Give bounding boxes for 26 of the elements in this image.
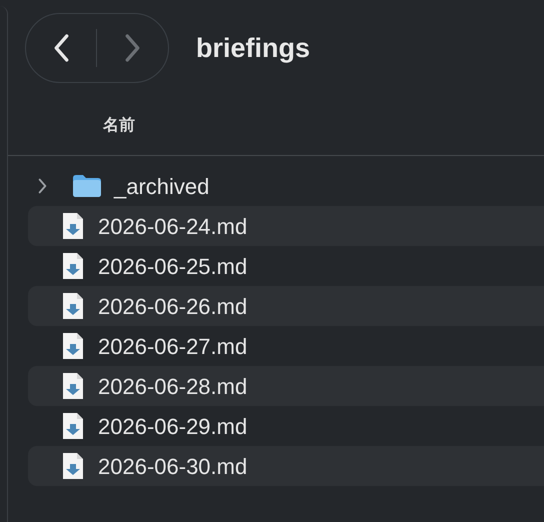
- window-title: briefings: [196, 32, 310, 65]
- document-icon: [62, 212, 84, 240]
- file-row[interactable]: 2026-06-26.md: [28, 286, 544, 326]
- file-row[interactable]: _archived: [28, 166, 544, 206]
- file-name: 2026-06-26.md: [98, 292, 248, 320]
- document-icon: [62, 452, 84, 480]
- file-row[interactable]: 2026-06-28.md: [28, 366, 544, 406]
- file-name: 2026-06-27.md: [98, 332, 248, 360]
- file-name: 2026-06-24.md: [98, 212, 248, 240]
- file-name: 2026-06-25.md: [98, 252, 248, 280]
- document-icon: [62, 252, 84, 280]
- document-icon: [62, 332, 84, 360]
- file-row[interactable]: 2026-06-25.md: [28, 246, 544, 286]
- document-icon: [62, 292, 84, 320]
- file-name: _archived: [114, 172, 210, 200]
- file-name: 2026-06-30.md: [98, 452, 248, 480]
- file-row[interactable]: 2026-06-29.md: [28, 406, 544, 446]
- file-name: 2026-06-29.md: [98, 412, 248, 440]
- column-header[interactable]: 名前: [103, 114, 135, 138]
- file-name: 2026-06-28.md: [98, 372, 248, 400]
- document-icon: [62, 412, 84, 440]
- file-row[interactable]: 2026-06-24.md: [28, 206, 544, 246]
- file-row[interactable]: 2026-06-27.md: [28, 326, 544, 366]
- document-icon: [62, 372, 84, 400]
- folder-icon: [72, 174, 102, 198]
- file-row[interactable]: 2026-06-30.md: [28, 446, 544, 486]
